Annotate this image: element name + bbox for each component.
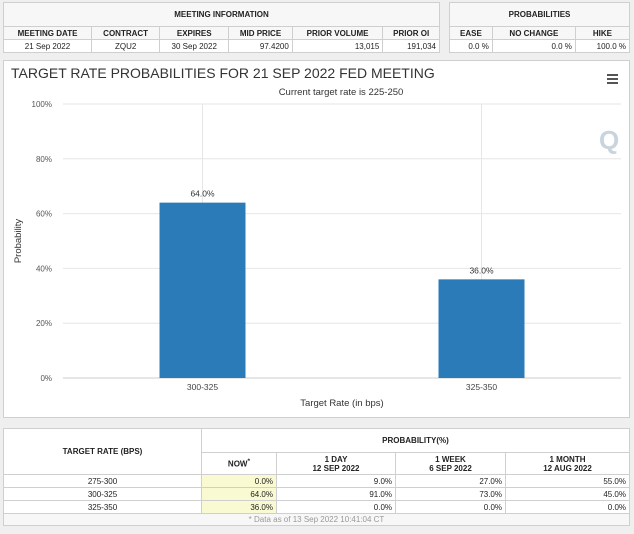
rate-cell: 275-300 — [3, 474, 202, 488]
bar — [159, 202, 246, 378]
probability-cell: 36.0% — [201, 500, 277, 514]
chart-subtitle: Current target rate is 225-250 — [279, 87, 404, 98]
col-header: CONTRACT — [90, 26, 161, 40]
prior-volume: 13,015 — [291, 39, 384, 53]
probability-cell: 45.0% — [505, 487, 630, 501]
probability-cell: 64.0% — [201, 487, 277, 501]
table-row: 325-350 36.0% 0.0% 0.0% 0.0% — [3, 500, 630, 514]
probability-cell: 55.0% — [505, 474, 630, 488]
probability-cell: 0.0% — [395, 500, 506, 514]
rate-cell: 300-325 — [3, 487, 202, 501]
y-tick-label: 0% — [40, 374, 52, 383]
chart-panel: TARGET RATE PROBABILITIES FOR 21 SEP 202… — [3, 60, 630, 418]
footnote: * Data as of 13 Sep 2022 10:41:04 CT — [3, 513, 630, 526]
probability-cell: 0.0% — [201, 474, 277, 488]
probability-cell: 9.0% — [276, 474, 396, 488]
meeting-date: 21 Sep 2022 — [3, 39, 92, 53]
q-logo-icon: Q — [599, 125, 619, 155]
bar — [438, 279, 525, 378]
probability-cell: 0.0% — [505, 500, 630, 514]
data-label: 36.0% — [469, 265, 494, 275]
prior-oi: 191,034 — [382, 39, 440, 53]
col-1month: 1 MONTH 12 AUG 2022 — [505, 452, 630, 475]
target-rate-header: TARGET RATE (BPS) — [3, 428, 202, 475]
y-tick-label: 20% — [36, 319, 52, 328]
meeting-information-table: MEETING INFORMATION MEETING DATE CONTRACT… — [3, 2, 440, 53]
y-tick-label: 60% — [36, 210, 52, 219]
probability-cell: 91.0% — [276, 487, 396, 501]
data-label: 64.0% — [190, 189, 215, 199]
col-header: PRIOR OI — [382, 26, 440, 40]
probability-cell: 0.0% — [276, 500, 396, 514]
contract: ZQU2 — [90, 39, 161, 53]
col-header: PRIOR VOLUME — [291, 26, 384, 40]
hike-value: 100.0 % — [574, 39, 631, 53]
probabilities-table: PROBABILITIES EASE NO CHANGE HIKE 0.0 % 0.0… — [449, 2, 631, 53]
probability-header: PROBABILITY(%) — [201, 428, 630, 453]
expires: 30 Sep 2022 — [159, 39, 230, 53]
col-header: MEETING DATE — [3, 26, 92, 40]
target-rate-probability-table: TARGET RATE (BPS) PROBABILITY(%) NOW* 1 D… — [3, 428, 630, 526]
hamburger-menu-icon[interactable] — [607, 74, 618, 84]
x-tick-label: 300-325 — [187, 382, 218, 392]
probabilities-title: PROBABILITIES — [449, 2, 630, 27]
no-change-value: 0.0 % — [491, 39, 576, 53]
bar-chart: TARGET RATE PROBABILITIES FOR 21 SEP 202… — [11, 65, 621, 409]
probability-cell: 27.0% — [395, 474, 506, 488]
col-header: NO CHANGE — [491, 26, 576, 40]
x-axis-label: Target Rate (in bps) — [300, 398, 383, 409]
chart-title: TARGET RATE PROBABILITIES FOR 21 SEP 202… — [11, 65, 435, 81]
table-row: 300-325 64.0% 91.0% 73.0% 45.0% — [3, 487, 630, 501]
col-now: NOW* — [201, 452, 277, 475]
table-row: 275-300 0.0% 9.0% 27.0% 55.0% — [3, 474, 630, 488]
col-header: HIKE — [574, 26, 631, 40]
probability-cell: 73.0% — [395, 487, 506, 501]
y-axis-label: Probability — [13, 219, 24, 264]
col-header: EASE — [449, 26, 493, 40]
meeting-info-title: MEETING INFORMATION — [3, 2, 440, 27]
rate-cell: 325-350 — [3, 500, 202, 514]
col-1week: 1 WEEK 6 SEP 2022 — [395, 452, 506, 475]
y-tick-label: 100% — [32, 100, 52, 109]
ease-value: 0.0 % — [449, 39, 493, 53]
y-tick-label: 40% — [36, 264, 52, 273]
x-tick-label: 325-350 — [466, 382, 497, 392]
mid-price: 97.4200 — [228, 39, 293, 53]
y-tick-label: 80% — [36, 155, 52, 164]
col-1day: 1 DAY 12 SEP 2022 — [276, 452, 396, 475]
col-header: EXPIRES — [159, 26, 230, 40]
col-header: MID PRICE — [228, 26, 293, 40]
